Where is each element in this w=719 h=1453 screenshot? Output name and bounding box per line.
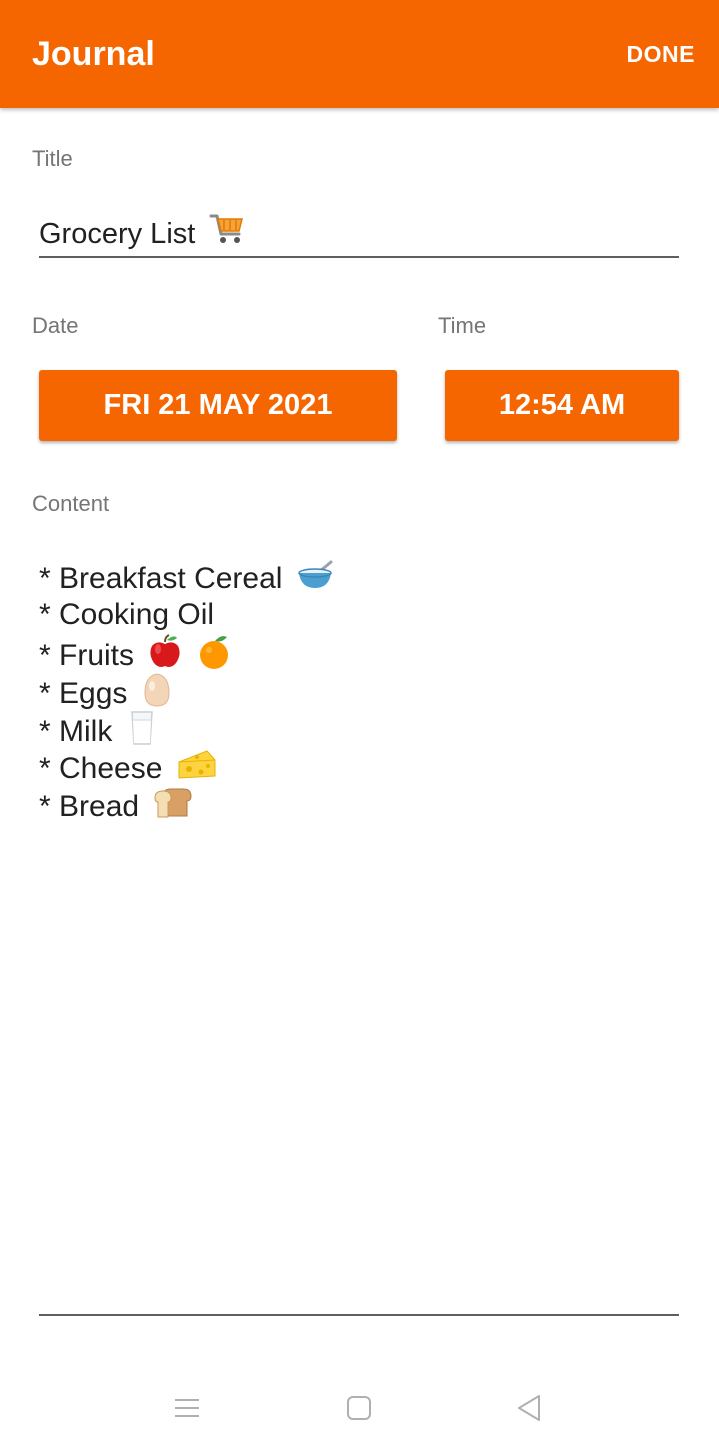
back-triangle-icon[interactable] [513,1392,545,1424]
bowl-icon [297,558,335,602]
system-navigation-bar [0,1370,719,1453]
date-picker-button[interactable]: FRI 21 MAY 2021 [39,370,397,441]
bread-icon [153,786,193,830]
time-label: Time [438,313,487,338]
content-line: * Bread [39,786,679,824]
app-bar: Journal DONE [0,0,719,108]
home-square-icon[interactable] [343,1392,375,1424]
content-line: * Milk [39,710,679,748]
content-line: * Fruits [39,634,679,672]
content-line: * Eggs [39,672,679,710]
content-line: * Cheese [39,748,679,786]
title-label: Title [32,146,73,171]
time-picker-button[interactable]: 12:54 AM [445,370,679,441]
app-title: Journal [32,35,155,73]
date-label: Date [32,313,79,338]
shopping-cart-icon [209,210,245,261]
done-button[interactable]: DONE [627,36,695,72]
title-input[interactable]: Grocery List [39,210,679,258]
content-line: * Breakfast Cereal [39,558,679,596]
orange-icon [197,634,231,680]
menu-icon[interactable] [171,1392,203,1424]
title-value: Grocery List [39,218,196,251]
content-line: * Cooking Oil [39,598,215,631]
content-label: Content [32,491,110,516]
content-textarea[interactable]: * Breakfast Cereal * Cooking Oil * Fruit… [39,558,679,1316]
